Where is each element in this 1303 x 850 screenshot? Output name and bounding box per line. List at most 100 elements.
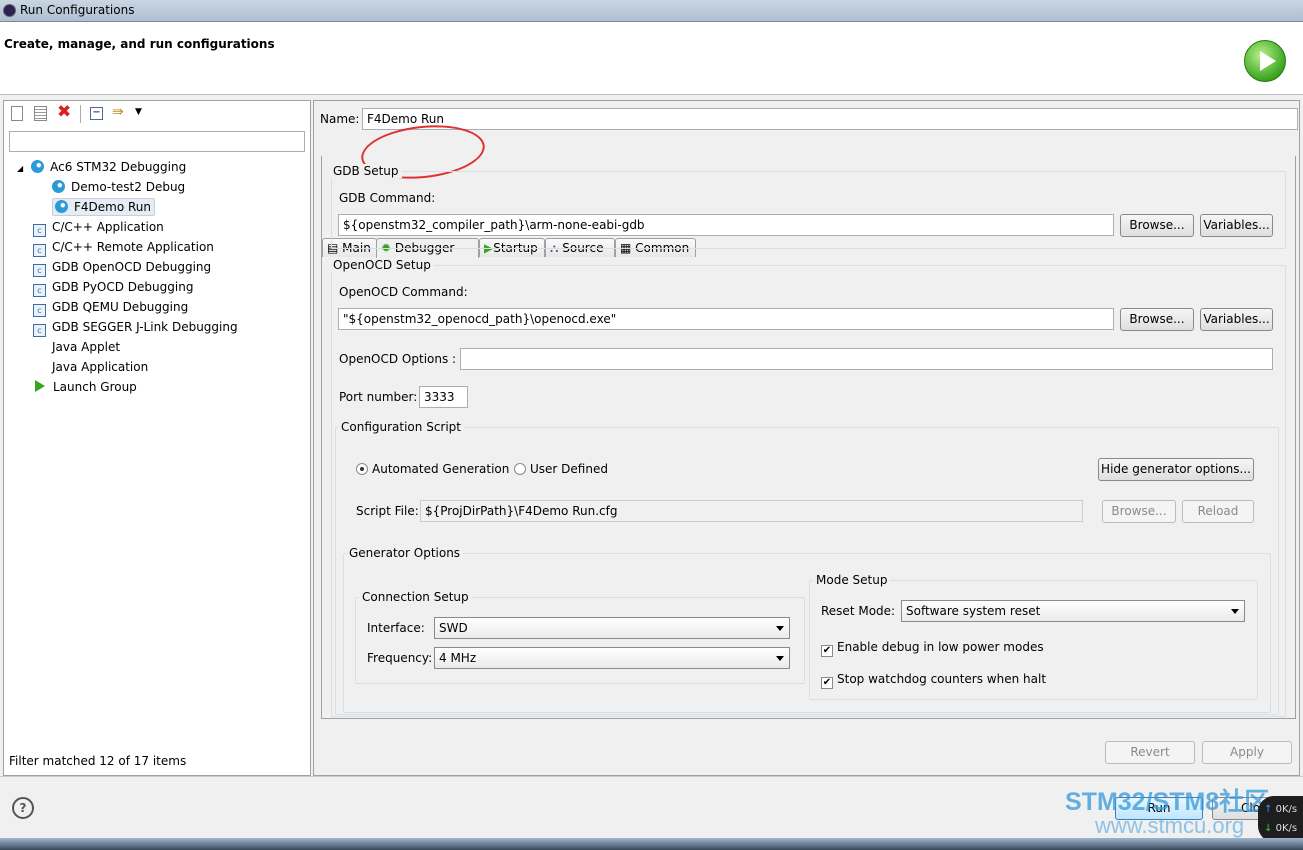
globe-icon	[31, 160, 45, 173]
connection-setup-group	[355, 597, 805, 684]
interface-label: Interface:	[367, 621, 425, 635]
tree-item-label: Java Applet	[52, 340, 121, 354]
tree-item-java-applet[interactable]: Java Applet	[4, 337, 304, 357]
c-app-icon: c	[33, 244, 46, 257]
user-defined-radio[interactable]: User Defined	[514, 462, 608, 476]
network-speed-widget: ↑ 0K/s ↓ 0K/s	[1258, 796, 1303, 842]
tree-item-label: Java Application	[52, 360, 149, 374]
script-file-input[interactable]: ${ProjDirPath}\F4Demo Run.cfg	[420, 500, 1083, 522]
gdb-command-label: GDB Command:	[339, 191, 436, 205]
tree-item-label: Demo-test2 Debug	[71, 180, 186, 194]
collapse-all-icon[interactable]: −	[90, 107, 103, 120]
upload-icon: ↑	[1264, 804, 1273, 815]
tree-item-c-remote[interactable]: c C/C++ Remote Application	[4, 237, 304, 257]
toolbar: ✖ − ⇛ ▼	[8, 102, 208, 124]
gdb-setup-group	[331, 171, 1286, 249]
openocd-options-input[interactable]	[460, 348, 1273, 370]
c-app-icon: c	[33, 284, 46, 297]
globe-icon	[55, 200, 68, 213]
filter-status: Filter matched 12 of 17 items	[9, 754, 187, 768]
config-editor: Name: F4Demo Run ▤ Main ✹ Debugger ▶Star…	[313, 100, 1300, 776]
tree-item-ac6[interactable]: ◢ Ac6 STM32 Debugging	[4, 157, 304, 177]
gdb-variables-button[interactable]: Variables...	[1200, 214, 1273, 237]
reset-mode-select[interactable]: Software system reset	[901, 600, 1245, 622]
tree-item-label: GDB OpenOCD Debugging	[52, 260, 212, 274]
frequency-select[interactable]: 4 MHz	[434, 647, 790, 669]
duplicate-icon[interactable]	[34, 106, 47, 121]
config-script-title: Configuration Script	[338, 420, 464, 434]
chevron-down-icon[interactable]: ▼	[135, 107, 142, 117]
eclipse-icon	[3, 4, 16, 17]
watchdog-checkbox[interactable]: ✔ Stop watchdog counters when halt	[821, 672, 1046, 689]
run-button[interactable]: Run	[1115, 797, 1203, 820]
window-title: Run Configurations	[20, 3, 135, 17]
c-app-icon: c	[33, 304, 46, 317]
openocd-variables-button[interactable]: Variables...	[1200, 308, 1273, 331]
config-tree: ◢ Ac6 STM32 Debugging Demo-test2 Debug F4…	[4, 157, 304, 397]
help-icon[interactable]: ?	[12, 797, 34, 819]
openocd-command-input[interactable]: "${openstm32_openocd_path}\openocd.exe"	[338, 308, 1114, 330]
openocd-browse-button[interactable]: Browse...	[1120, 308, 1194, 331]
tree-item-label: GDB QEMU Debugging	[52, 300, 189, 314]
generator-options-title: Generator Options	[346, 546, 464, 560]
tree-item-f4demo-run[interactable]: F4Demo Run	[4, 197, 304, 217]
automated-generation-radio[interactable]: Automated Generation	[356, 462, 509, 476]
c-app-icon: c	[33, 224, 46, 237]
launch-icon	[35, 380, 45, 392]
tree-item-gdb-qemu[interactable]: c GDB QEMU Debugging	[4, 297, 304, 317]
hide-generator-options-button[interactable]: Hide generator options...	[1098, 458, 1254, 481]
gdb-browse-button[interactable]: Browse...	[1120, 214, 1194, 237]
port-number-label: Port number:	[339, 390, 418, 404]
script-browse-button[interactable]: Browse...	[1102, 500, 1176, 523]
c-app-icon: c	[33, 264, 46, 277]
divider	[80, 105, 81, 123]
globe-icon	[52, 180, 65, 193]
filter-input[interactable]	[9, 131, 305, 152]
openocd-options-label: OpenOCD Options :	[339, 352, 457, 366]
gdb-setup-title: GDB Setup	[330, 164, 402, 178]
filter-icon[interactable]: ⇛	[112, 104, 124, 120]
taskbar-edge	[0, 838, 1303, 850]
footer-divider	[0, 776, 1303, 777]
tree-item-label: GDB PyOCD Debugging	[52, 280, 194, 294]
tree-item-label: Ac6 STM32 Debugging	[50, 160, 187, 174]
config-list-panel: ✖ − ⇛ ▼ ◢ Ac6 STM32 Debugging Demo-test2 …	[3, 100, 311, 776]
tree-item-java-app[interactable]: Java Application	[4, 357, 304, 377]
tree-item-gdb-openocd[interactable]: c GDB OpenOCD Debugging	[4, 257, 304, 277]
reload-button[interactable]: Reload	[1182, 500, 1254, 523]
tree-item-label: F4Demo Run	[74, 200, 152, 214]
tree-item-label: Launch Group	[53, 380, 137, 394]
name-input[interactable]: F4Demo Run	[362, 108, 1298, 130]
apply-button[interactable]: Apply	[1202, 741, 1292, 764]
run-icon	[1244, 40, 1286, 82]
title-bar: Run Configurations	[0, 0, 1303, 22]
delete-icon[interactable]: ✖	[57, 102, 71, 122]
openocd-setup-title: OpenOCD Setup	[330, 258, 434, 272]
gdb-command-input[interactable]: ${openstm32_compiler_path}\arm-none-eabi…	[338, 214, 1114, 236]
expand-arrow-icon[interactable]: ◢	[17, 164, 23, 173]
interface-select[interactable]: SWD	[434, 617, 790, 639]
new-config-icon[interactable]	[11, 106, 23, 121]
openocd-command-label: OpenOCD Command:	[339, 285, 468, 299]
revert-button[interactable]: Revert	[1105, 741, 1195, 764]
connection-setup-title: Connection Setup	[359, 590, 472, 604]
tree-item-gdb-pyocd[interactable]: c GDB PyOCD Debugging	[4, 277, 304, 297]
mode-setup-title: Mode Setup	[813, 573, 891, 587]
tree-item-launch-group[interactable]: Launch Group	[4, 377, 304, 397]
tree-item-demo-test2[interactable]: Demo-test2 Debug	[4, 177, 304, 197]
tree-item-c-app[interactable]: c C/C++ Application	[4, 217, 304, 237]
download-icon: ↓	[1264, 823, 1273, 834]
name-label: Name:	[320, 112, 360, 126]
tree-item-label: C/C++ Remote Application	[52, 240, 214, 254]
reset-mode-label: Reset Mode:	[821, 604, 896, 618]
tree-item-label: C/C++ Application	[52, 220, 164, 234]
tree-item-gdb-jlink[interactable]: c GDB SEGGER J-Link Debugging	[4, 317, 304, 337]
port-number-input[interactable]: 3333	[419, 386, 468, 408]
dialog-header: Create, manage, and run configurations	[0, 22, 1303, 95]
tree-item-label: GDB SEGGER J-Link Debugging	[52, 320, 238, 334]
header-text: Create, manage, and run configurations	[4, 37, 275, 51]
script-file-label: Script File:	[356, 504, 419, 518]
c-app-icon: c	[33, 324, 46, 337]
low-power-checkbox[interactable]: ✔ Enable debug in low power modes	[821, 640, 1044, 657]
frequency-label: Frequency:	[367, 651, 433, 665]
